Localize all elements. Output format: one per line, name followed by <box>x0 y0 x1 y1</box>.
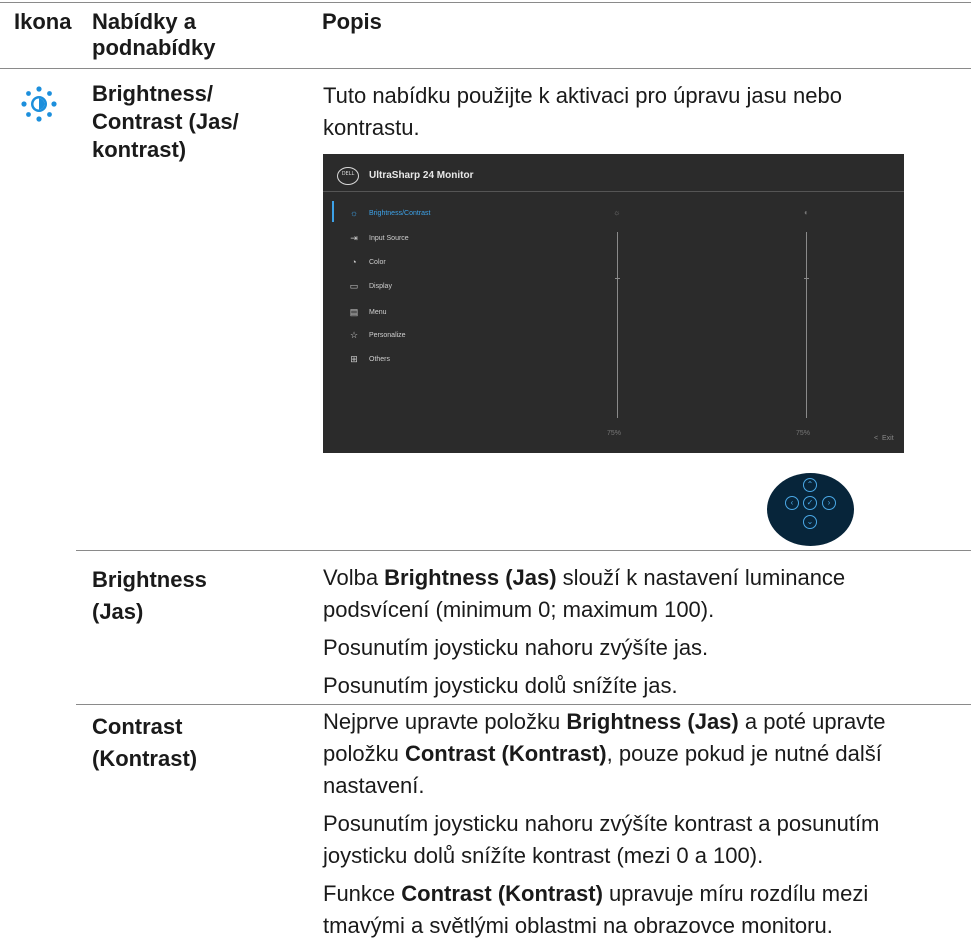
bold-text: Brightness (Jas) <box>566 709 739 734</box>
osd-menu-personalize[interactable]: ☆ Personalize <box>347 326 406 344</box>
chevron-left-icon: < <box>874 435 879 442</box>
input-source-icon: ⇥ <box>350 232 358 243</box>
header-desc-column: Popis <box>322 9 382 34</box>
desc-line: tmavými a světlými oblastmi na obrazovce… <box>323 913 833 938</box>
text: a poté upravte <box>738 709 886 734</box>
dell-logo: DELL <box>337 167 359 185</box>
osd-menu-color[interactable]: ◔ Color <box>347 253 386 271</box>
contrast-slider-icon: ◐ <box>804 208 809 217</box>
desc-line: Funkce Contrast (Kontrast) upravuje míru… <box>323 878 971 910</box>
star-icon: ☆ <box>349 329 359 340</box>
menu-contrast: Contrast (Kontrast) <box>92 711 197 775</box>
brightness-contrast-icon <box>21 86 57 122</box>
osd-menu-label: Input Source <box>369 234 409 242</box>
osd-divider <box>323 191 904 192</box>
menu-line: (Jas) <box>92 599 144 624</box>
osd-menu-label: Display <box>369 282 392 290</box>
desc-line: Posunutím joysticku dolů snížíte jas. <box>323 673 678 698</box>
exit-button[interactable]: < Exit <box>874 435 894 442</box>
desc-line: Volba Brightness (Jas) slouží k nastaven… <box>323 562 971 594</box>
osd-menu-brightness-contrast[interactable]: ☼ Brightness/Contrast <box>347 204 431 222</box>
osd-selection-bar <box>332 201 334 222</box>
header-icon-column: Ikona <box>14 9 72 34</box>
osd-menu-input-source[interactable]: ⇥ Input Source <box>347 229 409 247</box>
desc-line: Posunutím joysticku nahoru zvýšíte kontr… <box>323 811 880 836</box>
row-rule <box>76 704 971 705</box>
chevron-right-icon: › <box>822 496 836 510</box>
contrast-slider[interactable] <box>806 232 807 418</box>
menu-line: (Kontrast) <box>92 746 198 771</box>
osd-menu-label: Color <box>369 258 386 266</box>
header-rule <box>0 68 971 69</box>
color-palette-icon: ◔ <box>351 257 357 267</box>
brightness-slider[interactable] <box>617 232 618 418</box>
joystick-graphic: ⌃ ‹ ✓ › ⌄ <box>767 473 854 546</box>
desc-line: Tuto nabídku použijte k aktivaci pro úpr… <box>323 83 842 108</box>
table-top-rule <box>0 2 971 3</box>
bold-text: Brightness (Jas) <box>384 565 557 590</box>
osd-menu-menu[interactable]: ▤ Menu <box>347 303 387 321</box>
header-menu-column: Nabídky a podnabídky <box>92 9 215 61</box>
display-icon: ▭ <box>349 280 359 291</box>
osd-menu-label: Brightness/Contrast <box>369 209 431 217</box>
desc-line: joysticku dolů snížíte kontrast (mezi 0 … <box>323 843 764 868</box>
menu-brightness: Brightness (Jas) <box>92 564 207 628</box>
check-icon: ✓ <box>803 496 817 510</box>
desc-line: kontrastu. <box>323 115 420 140</box>
header-menu-line1: Nabídky a <box>92 9 196 34</box>
desc-line: Nejprve upravte položku Brightness (Jas)… <box>323 706 971 738</box>
dell-logo-text: DELL <box>341 171 355 177</box>
osd-menu-label: Others <box>369 355 391 363</box>
menu-line: Contrast <box>92 714 183 739</box>
menu-line: Brightness/ <box>92 81 214 106</box>
text: Nejprve upravte položku <box>323 709 567 734</box>
bold-text: Contrast (Kontrast) <box>401 881 603 906</box>
osd-title: UltraSharp 24 Monitor <box>369 170 474 181</box>
brightness-slider-icon: ☼ <box>613 208 621 217</box>
brightness-value: 75% <box>607 430 622 437</box>
row1-description: Tuto nabídku použijte k aktivaci pro úpr… <box>323 80 842 144</box>
row2-description: Volba Brightness (Jas) slouží k nastaven… <box>323 562 971 702</box>
text: slouží k nastavení luminance <box>556 565 846 590</box>
text: položku <box>323 741 405 766</box>
chevron-up-icon: ⌃ <box>803 478 817 492</box>
menu-line: kontrast) <box>92 137 187 162</box>
osd-screenshot: DELL UltraSharp 24 Monitor ☼ Brightness/C… <box>323 154 904 453</box>
contrast-value: 75% <box>796 430 811 437</box>
exit-label: Exit <box>881 435 894 442</box>
header-menu-line2: podnabídky <box>92 35 216 60</box>
osd-menu-others[interactable]: ⊞ Others <box>347 350 390 368</box>
contrast-slider-handle[interactable] <box>804 278 809 279</box>
menu-line: Contrast (Jas/ <box>92 109 239 134</box>
bold-text: Contrast (Kontrast) <box>404 741 607 766</box>
chevron-down-icon: ⌄ <box>803 515 817 529</box>
osd-menu-label: Menu <box>369 308 387 316</box>
row3-description: Nejprve upravte položku Brightness (Jas)… <box>323 706 971 942</box>
menu-icon: ▤ <box>349 306 359 317</box>
text: , pouze pokud je nutné další <box>606 741 882 766</box>
row-rule <box>76 550 971 551</box>
chevron-left-icon: ‹ <box>785 496 799 510</box>
desc-line: položku Contrast (Kontrast), pouze pokud… <box>323 738 971 770</box>
brightness-slider-handle[interactable] <box>615 278 620 279</box>
text: Funkce <box>323 881 402 906</box>
text: Volba <box>323 565 385 590</box>
osd-menu-display[interactable]: ▭ Display <box>347 277 392 295</box>
text: upravuje míru rozdílu mezi <box>602 881 869 906</box>
osd-menu-label: Personalize <box>369 331 406 339</box>
menu-brightness-contrast: Brightness/ Contrast (Jas/ kontrast) <box>92 80 239 164</box>
desc-line: Posunutím joysticku nahoru zvýšíte jas. <box>323 635 709 660</box>
desc-line: podsvícení (minimum 0; maximum 100). <box>323 597 715 622</box>
menu-line: Brightness <box>92 567 207 592</box>
sun-icon: ☼ <box>349 208 359 218</box>
desc-line: nastavení. <box>323 773 425 798</box>
others-icon: ⊞ <box>350 353 358 364</box>
